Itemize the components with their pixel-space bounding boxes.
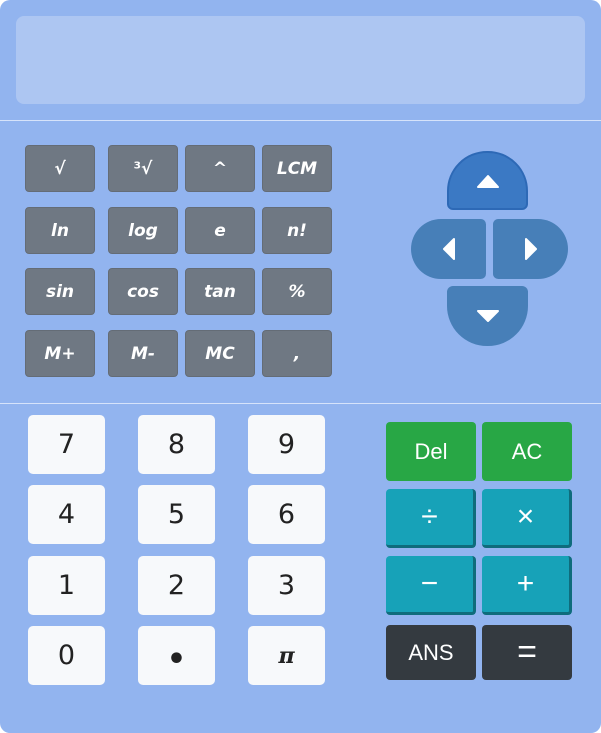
digit-7-button[interactable]: 7 [28,415,105,474]
lcm-button[interactable]: LCM [262,145,332,192]
triangle-right-icon [524,238,537,260]
arrow-up-button[interactable] [447,151,528,210]
middle-divider [0,403,601,404]
arrow-left-button[interactable] [411,219,486,279]
ln-button[interactable]: ln [25,207,95,254]
e-button[interactable]: e [185,207,255,254]
digit-4-button[interactable]: 4 [28,485,105,544]
digit-1-button[interactable]: 1 [28,556,105,615]
memory-subtract-button[interactable]: M- [108,330,178,377]
memory-add-button[interactable]: M+ [25,330,95,377]
add-button[interactable]: + [482,556,572,615]
subtract-button[interactable]: − [386,556,476,615]
sin-button[interactable]: sin [25,268,95,315]
delete-button[interactable]: Del [386,422,476,481]
tan-button[interactable]: tan [185,268,255,315]
multiply-button[interactable]: × [482,489,572,548]
percent-button[interactable]: % [262,268,332,315]
digit-3-button[interactable]: 3 [248,556,325,615]
triangle-down-icon [476,310,499,322]
comma-button[interactable]: , [262,330,332,377]
power-button[interactable]: ^ [185,145,255,192]
triangle-up-icon [476,174,499,188]
arrow-right-button[interactable] [493,219,568,279]
calculator-body: √ ³√ ^ LCM ln log e n! sin cos tan % M+ … [0,0,601,733]
digit-9-button[interactable]: 9 [248,415,325,474]
cube-root-button[interactable]: ³√ [108,145,178,192]
log-button[interactable]: log [108,207,178,254]
digit-6-button[interactable]: 6 [248,485,325,544]
digit-8-button[interactable]: 8 [138,415,215,474]
triangle-left-icon [442,238,455,260]
top-divider [0,120,601,121]
factorial-button[interactable]: n! [262,207,332,254]
digit-0-button[interactable]: 0 [28,626,105,685]
answer-button[interactable]: ANS [386,625,476,680]
equals-button[interactable]: = [482,625,572,680]
pi-button[interactable]: π [248,626,325,685]
digit-5-button[interactable]: 5 [138,485,215,544]
calculator-display [16,16,585,104]
arrow-down-button[interactable] [447,286,528,346]
decimal-point-button[interactable]: • [138,626,215,685]
divide-button[interactable]: ÷ [386,489,476,548]
cos-button[interactable]: cos [108,268,178,315]
memory-clear-button[interactable]: MC [185,330,255,377]
sqrt-button[interactable]: √ [25,145,95,192]
all-clear-button[interactable]: AC [482,422,572,481]
digit-2-button[interactable]: 2 [138,556,215,615]
